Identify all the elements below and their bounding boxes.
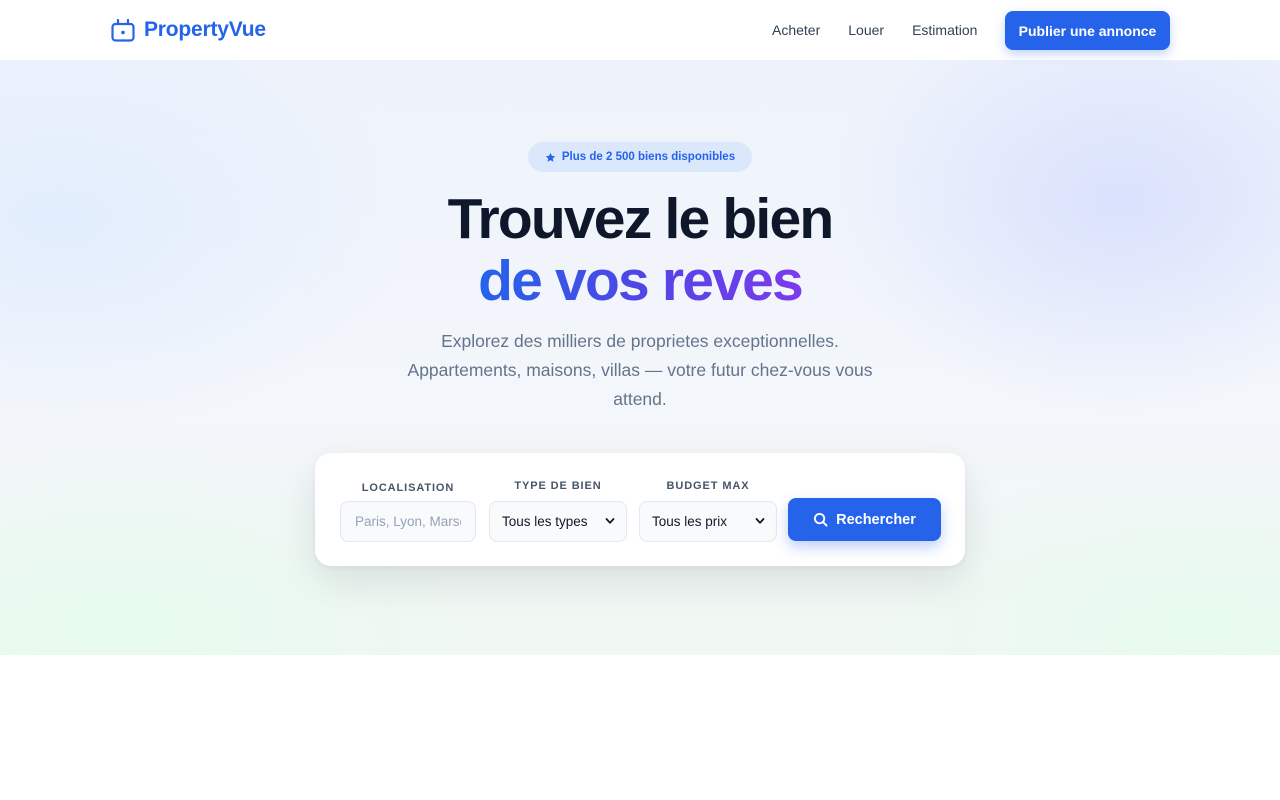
nav-link-estimation[interactable]: Estimation xyxy=(912,22,977,38)
search-button-label: Rechercher xyxy=(836,511,916,528)
location-label: LOCALISATION xyxy=(361,482,455,494)
brand-logo[interactable]: PropertyVue xyxy=(110,16,266,44)
brand-name: PropertyVue xyxy=(144,18,266,41)
search-button[interactable]: Rechercher xyxy=(788,498,941,541)
property-type-select[interactable]: Tous les types xyxy=(489,501,627,542)
hero-title-line1: Trouvez le bien xyxy=(447,187,835,251)
availability-badge: Plus de 2 500 biens disponibles xyxy=(528,142,752,172)
budget-wrapper: Tous les prix xyxy=(639,501,777,542)
search-icon xyxy=(814,512,828,527)
hero-subtitle: Explorez des milliers de proprietes exce… xyxy=(407,331,873,409)
budget-label: BUDGET MAX xyxy=(666,480,750,492)
property-type-wrapper: Tous les types xyxy=(489,501,627,542)
site-header: PropertyVue Acheter Louer Estimation Pub… xyxy=(0,0,1280,61)
hero-section: Plus de 2 500 biens disponibles Trouvez … xyxy=(0,61,1280,655)
badge-text: Plus de 2 500 biens disponibles xyxy=(561,151,736,163)
house-icon xyxy=(111,18,135,42)
main-nav: Acheter Louer Estimation xyxy=(772,22,977,38)
property-type-label: TYPE DE BIEN xyxy=(514,480,602,492)
hero-title: Trouvez le bien de vos reves xyxy=(0,188,1280,312)
nav-link-louer[interactable]: Louer xyxy=(848,22,884,38)
star-icon xyxy=(545,152,556,162)
publish-listing-button[interactable]: Publier une annonce xyxy=(1005,11,1170,50)
search-card: LOCALISATION TYPE DE BIEN Tous les types… xyxy=(315,453,965,566)
hero-title-line2: de vos reves xyxy=(478,249,804,313)
budget-select[interactable]: Tous les prix xyxy=(639,501,777,542)
nav-link-acheter[interactable]: Acheter xyxy=(772,22,820,38)
location-input[interactable] xyxy=(340,501,476,542)
